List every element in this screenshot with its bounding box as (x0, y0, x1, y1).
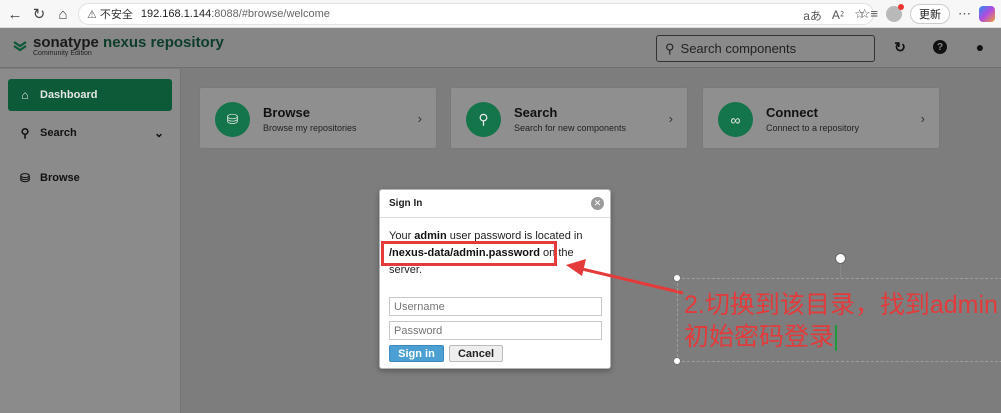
resize-handle[interactable] (673, 357, 681, 365)
rotate-handle[interactable] (835, 253, 846, 264)
resize-handle[interactable] (673, 274, 681, 282)
text-cursor (835, 325, 838, 352)
rotate-line (840, 264, 841, 278)
annotation-text: 2.切换到该目录，找到admin 初始密码登录 (684, 291, 998, 352)
